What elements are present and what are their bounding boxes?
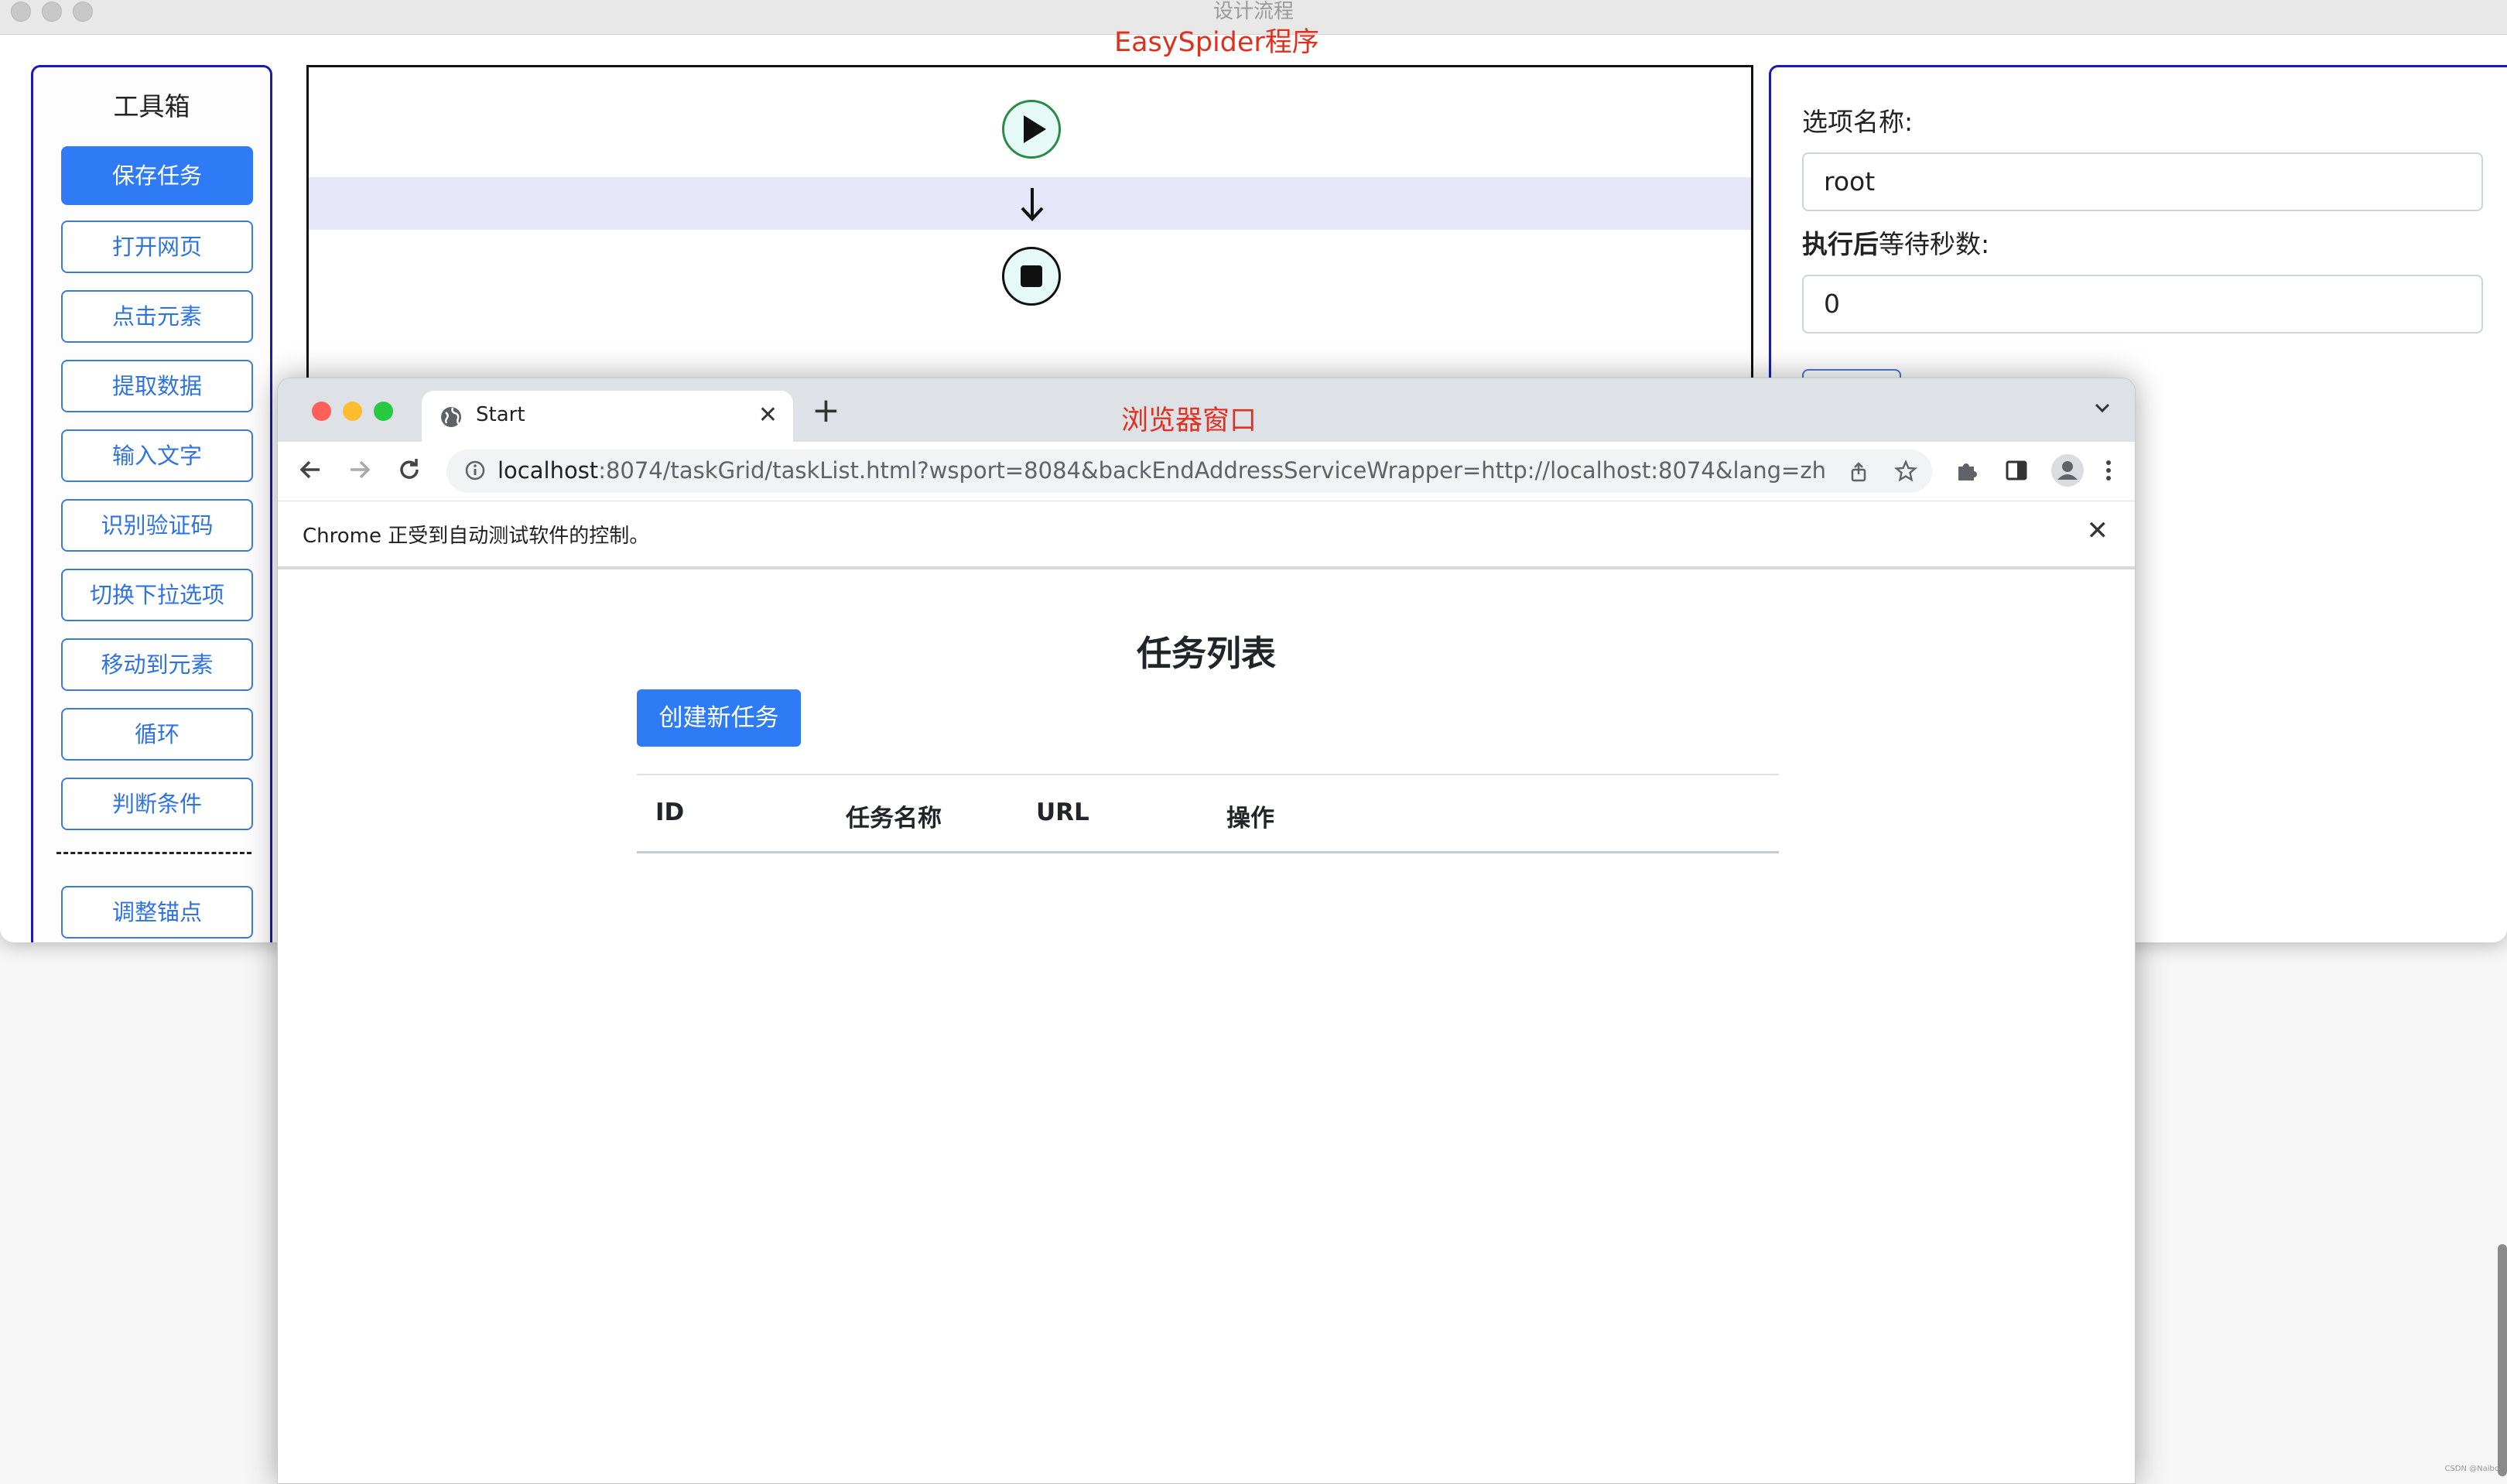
tab-title: Start bbox=[476, 403, 525, 426]
stop-icon bbox=[1004, 249, 1059, 303]
nav-bar: localhost:8074/taskGrid/taskList.html?ws… bbox=[278, 442, 2135, 501]
open-webpage-button[interactable]: 打开网页 bbox=[61, 221, 253, 273]
side-panel-icon[interactable] bbox=[2003, 457, 2030, 484]
table-header-id[interactable]: ID bbox=[655, 798, 684, 826]
captcha-button[interactable]: 识别验证码 bbox=[61, 499, 253, 552]
tab-search-chevron-icon[interactable] bbox=[2091, 397, 2113, 419]
forward-icon[interactable] bbox=[346, 456, 374, 484]
play-icon bbox=[1004, 102, 1059, 156]
infobar-close-icon[interactable]: ✕ bbox=[2087, 515, 2109, 546]
browser-minimize-light[interactable] bbox=[343, 402, 362, 421]
flow-start-node[interactable] bbox=[1002, 100, 1061, 159]
create-task-button[interactable]: 创建新任务 bbox=[637, 689, 801, 747]
new-tab-button[interactable]: + bbox=[812, 392, 840, 429]
save-task-button[interactable]: 保存任务 bbox=[61, 146, 253, 205]
back-icon[interactable] bbox=[296, 456, 324, 484]
flow-end-node[interactable] bbox=[1002, 247, 1061, 306]
watermark: CSDN @Naibo bbox=[2444, 1465, 2499, 1473]
wait-seconds-label: 执行后等待秒数: bbox=[1802, 224, 1989, 261]
table-header-task-name[interactable]: 任务名称 bbox=[846, 798, 942, 833]
tab-start[interactable]: Start ✕ bbox=[422, 391, 793, 442]
toolbox-panel: 工具箱 保存任务 打开网页 点击元素 提取数据 输入文字 识别验证码 切换下拉选… bbox=[31, 65, 272, 942]
table-header-actions[interactable]: 操作 bbox=[1226, 798, 1274, 833]
wait-seconds-input[interactable]: 0 bbox=[1802, 275, 2483, 333]
infobar-text: Chrome 正受到自动测试软件的控制。 bbox=[303, 520, 649, 549]
easyspider-annotation: EasySpider程序 bbox=[1114, 20, 1319, 60]
page-title: 任务列表 bbox=[278, 625, 2135, 675]
globe-icon bbox=[439, 405, 463, 429]
tab-strip: Start ✕ + 浏览器窗口 bbox=[278, 378, 2135, 442]
wait-label-bold: 执行后 bbox=[1802, 229, 1879, 259]
tab-close-icon[interactable]: ✕ bbox=[758, 403, 778, 428]
condition-button[interactable]: 判断条件 bbox=[61, 778, 253, 830]
click-element-button[interactable]: 点击元素 bbox=[61, 290, 253, 343]
move-to-element-button[interactable]: 移动到元素 bbox=[61, 638, 253, 691]
loop-button[interactable]: 循环 bbox=[61, 708, 253, 761]
input-text-button[interactable]: 输入文字 bbox=[61, 429, 253, 482]
browser-annotation: 浏览器窗口 bbox=[1121, 398, 1257, 438]
info-icon[interactable] bbox=[463, 459, 487, 482]
browser-close-light[interactable] bbox=[312, 402, 331, 421]
adjust-anchor-button[interactable]: 调整锚点 bbox=[61, 886, 253, 939]
toolbox-title: 工具箱 bbox=[33, 86, 270, 123]
toolbox-divider bbox=[56, 852, 251, 854]
option-name-input[interactable]: root bbox=[1802, 152, 2483, 211]
task-table: ID 任务名称 URL 操作 bbox=[637, 774, 1779, 853]
browser-window: Start ✕ + 浏览器窗口 localhost:8074/ta bbox=[277, 378, 2136, 1484]
url-host: localhost bbox=[498, 457, 598, 484]
option-name-label: 选项名称: bbox=[1802, 101, 1913, 138]
extract-data-button[interactable]: 提取数据 bbox=[61, 360, 253, 412]
share-icon[interactable] bbox=[1847, 460, 1870, 484]
menu-kebab-icon[interactable] bbox=[2101, 457, 2116, 484]
table-header-url[interactable]: URL bbox=[1036, 798, 1089, 826]
reload-icon[interactable] bbox=[395, 456, 423, 484]
url-text[interactable]: localhost:8074/taskGrid/taskList.html?ws… bbox=[498, 457, 1826, 484]
scrollbar-thumb[interactable] bbox=[2498, 1244, 2507, 1476]
address-bar[interactable]: localhost:8074/taskGrid/taskList.html?ws… bbox=[446, 450, 1932, 493]
switch-dropdown-button[interactable]: 切换下拉选项 bbox=[61, 569, 253, 621]
automation-infobar: Chrome 正受到自动测试软件的控制。 ✕ bbox=[278, 501, 2135, 569]
wait-label-rest: 等待秒数: bbox=[1879, 229, 1989, 259]
browser-maximize-light[interactable] bbox=[374, 402, 393, 421]
arrow-down-icon bbox=[1013, 179, 1052, 228]
extensions-icon[interactable] bbox=[1954, 457, 1980, 484]
bookmark-star-icon[interactable] bbox=[1893, 459, 1918, 484]
url-path: :8074/taskGrid/taskList.html?wsport=8084… bbox=[598, 457, 1826, 484]
page-content: 任务列表 创建新任务 ID 任务名称 URL 操作 bbox=[278, 569, 2135, 1484]
profile-avatar-icon[interactable] bbox=[2050, 453, 2085, 488]
